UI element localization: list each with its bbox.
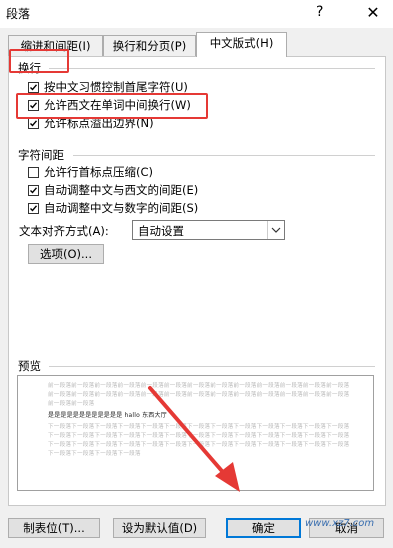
checkmark-icon <box>30 83 38 91</box>
checkmark-icon <box>30 204 38 212</box>
paragraph-dialog: 段落 ? ✕ 缩进和间距(I) 换行和分页(P) 中文版式(H) 换行 按中文习… <box>0 0 393 548</box>
preview-sample-text: 是是是是是是是是是是是是 hallo 东西大厅 <box>48 412 167 419</box>
set-default-button[interactable]: 设为默认值(D) <box>113 518 206 538</box>
tab-line-page-breaks[interactable]: 换行和分页(P) <box>103 35 196 56</box>
preview-prev-line: 前一段落前一段落前一段落前一段落前一段落前一段落前一段落前一段落前一段落前一段落… <box>48 383 350 389</box>
checkbox[interactable] <box>28 117 39 129</box>
option-space-asian-latin[interactable]: 自动调整中文与西文的间距(E) <box>28 182 198 198</box>
options-button[interactable]: 选项(O)... <box>28 244 104 264</box>
checkbox[interactable] <box>28 166 39 178</box>
tab-asian-typography[interactable]: 中文版式(H) <box>196 32 287 57</box>
preview-next-line: 下一段落下一段落下一段落下一段落下一段落下一段落下一段落下一段落下一段落下一段落… <box>48 424 350 430</box>
preview-prev-line: 前一段落前一段落 <box>48 401 95 407</box>
highlight-line-break-heading <box>9 49 69 73</box>
checkbox[interactable] <box>28 184 39 196</box>
checkbox[interactable] <box>28 81 39 93</box>
ok-button[interactable]: 确定 <box>226 518 301 538</box>
option-label: 自动调整中文与数字的间距(S) <box>44 201 199 215</box>
chevron-down-icon <box>267 221 284 239</box>
preview-next-line: 下一段落下一段落下一段落下一段落 <box>48 451 141 457</box>
group-divider <box>49 366 375 367</box>
close-button[interactable]: ✕ <box>358 1 388 25</box>
preview-next-line: 下一段落下一段落下一段落下一段落下一段落下一段落下一段落下一段落下一段落下一段落… <box>48 442 350 448</box>
text-alignment-select[interactable]: 自动设置 <box>132 220 285 240</box>
text-alignment-label: 文本对齐方式(A): <box>19 224 109 238</box>
checkmark-icon <box>30 119 38 127</box>
help-button[interactable]: ? <box>316 4 323 20</box>
option-compress-punctuation[interactable]: 允许行首标点压缩(C) <box>28 164 153 180</box>
dialog-title: 段落 <box>6 7 31 21</box>
option-label: 允许行首标点压缩(C) <box>44 165 154 179</box>
select-value: 自动设置 <box>138 224 184 238</box>
option-space-asian-numbers[interactable]: 自动调整中文与数字的间距(S) <box>28 200 198 216</box>
group-divider <box>73 155 375 156</box>
tabs-button[interactable]: 制表位(T)... <box>8 518 100 538</box>
watermark-logo: www.xz7.com <box>305 518 375 529</box>
preview-prev-line: 前一段落前一段落前一段落前一段落前一段落前一段落前一段落前一段落前一段落前一段落… <box>48 392 350 398</box>
checkbox[interactable] <box>28 202 39 214</box>
title-bar: 段落 ? ✕ <box>0 0 393 28</box>
highlight-western-word-break <box>16 93 208 119</box>
preview-next-line: 下一段落下一段落下一段落下一段落下一段落下一段落下一段落下一段落下一段落下一段落… <box>48 433 350 439</box>
option-label: 自动调整中文与西文的间距(E) <box>44 183 199 197</box>
checkmark-icon <box>30 186 38 194</box>
group-divider <box>49 68 375 69</box>
preview-heading: 预览 <box>18 359 41 373</box>
char-spacing-heading: 字符间距 <box>18 148 64 162</box>
preview-box: 前一段落前一段落前一段落前一段落前一段落前一段落前一段落前一段落前一段落前一段落… <box>17 375 374 491</box>
